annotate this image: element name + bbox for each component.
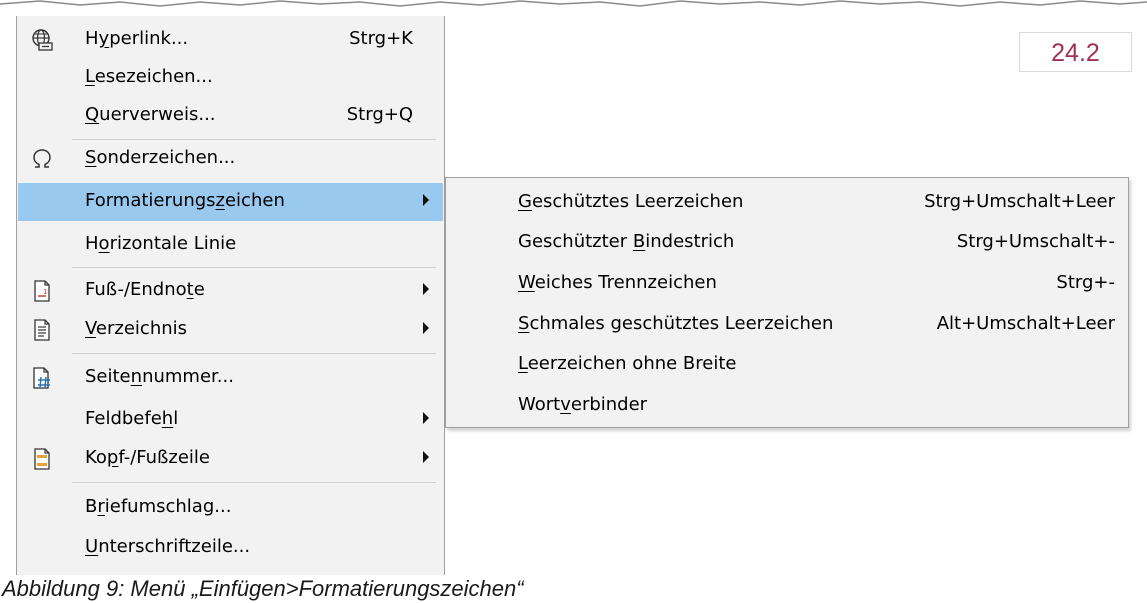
shortcut-label: Strg+Q [346,104,413,125]
figure-caption: Abbildung 9: Menü „Einfügen>Formatierung… [2,576,524,601]
menu-separator [72,267,436,268]
menu-label: Lesezeichen... [85,66,213,87]
menu-item-formatting-mark[interactable]: Formatierungszeichen [18,183,443,221]
menu-label: Geschütztes Leerzeichen [518,191,744,212]
menu-separator [72,482,436,483]
submenu-arrow-icon [423,194,429,206]
menu-label: Seitennummer... [85,366,234,387]
submenu-item-zero-width-space[interactable]: Leerzeichen ohne Breite [447,345,1127,383]
submenu-item-nbsp[interactable]: Geschütztes Leerzeichen Strg+Umschalt+Le… [447,183,1127,221]
menu-item-footnote[interactable]: 1 Fuß-/Endnote [18,272,443,310]
menu-label: Unterschriftzeile... [85,536,251,557]
menu-item-header-footer[interactable]: Kopf-/Fußzeile [18,440,443,478]
footnote-doc-icon: 1 [30,279,54,303]
shortcut-label: Strg+Umschalt+- [956,231,1115,252]
submenu-item-narrow-nbsp[interactable]: Schmales geschütztes Leerzeichen Alt+Ums… [447,305,1127,343]
menu-label: Formatierungszeichen [85,190,285,211]
menu-label: Querverweis... [85,104,216,125]
menu-item-horizontal-line[interactable]: Horizontale Linie [18,226,443,264]
shortcut-label: Strg+Umschalt+Leer [924,191,1115,212]
version-label: 24.2 [1019,32,1132,72]
menu-item-cross-reference[interactable]: Querverweis... Strg+Q [18,97,443,135]
omega-icon [30,147,54,171]
menu-item-hyperlink[interactable]: Hyperlink... Strg+K [18,21,443,59]
menu-label: Briefumschlag... [85,496,232,517]
shortcut-label: Alt+Umschalt+Leer [936,313,1115,334]
menu-label: Kopf-/Fußzeile [85,447,210,468]
insert-menu: Hyperlink... Strg+K Lesezeichen... Querv… [16,16,445,575]
menu-label: Sonderzeichen... [85,147,236,168]
menu-label: Wortverbinder [518,394,648,415]
globe-link-icon [30,28,54,52]
page-number-icon [30,366,54,390]
svg-text:1: 1 [43,288,47,296]
submenu-arrow-icon [423,322,429,334]
shortcut-label: Strg+- [1056,272,1115,293]
shortcut-label: Strg+K [349,28,413,49]
menu-item-signature-line[interactable]: Unterschriftzeile... [18,529,443,567]
header-footer-icon [30,447,54,471]
submenu-item-nb-hyphen[interactable]: Geschützter Bindestrich Strg+Umschalt+- [447,223,1127,261]
menu-item-special-character[interactable]: Sonderzeichen... [18,140,443,178]
submenu-item-soft-hyphen[interactable]: Weiches Trennzeichen Strg+- [447,264,1127,302]
submenu-item-word-joiner[interactable]: Wortverbinder [447,386,1127,424]
menu-label: Weiches Trennzeichen [518,272,717,293]
menu-label: Fuß-/Endnote [85,279,205,300]
submenu-arrow-icon [423,283,429,295]
menu-label: Verzeichnis [85,318,188,339]
submenu-arrow-icon [423,451,429,463]
menu-item-envelope[interactable]: Briefumschlag... [18,489,443,527]
submenu-arrow-icon [423,412,429,424]
menu-label: Feldbefehl [85,408,179,429]
menu-label: Leerzeichen ohne Breite [518,353,737,374]
menu-label: Horizontale Linie [85,233,237,254]
formatting-mark-submenu: Geschütztes Leerzeichen Strg+Umschalt+Le… [445,177,1129,428]
torn-edge [0,0,1147,7]
menu-separator [72,353,436,354]
menu-label: Geschützter Bindestrich [518,231,735,252]
menu-item-field[interactable]: Feldbefehl [18,401,443,439]
menu-item-index[interactable]: Verzeichnis [18,311,443,349]
menu-label: Hyperlink... [85,28,189,49]
menu-item-page-number[interactable]: Seitennummer... [18,359,443,397]
screenshot-frame: 24.2 Hyperlink... Strg+K Lesezeichen... … [0,0,1147,575]
menu-item-bookmark[interactable]: Lesezeichen... [18,59,443,97]
menu-label: Schmales geschütztes Leerzeichen [518,313,834,334]
index-doc-icon [30,318,54,342]
